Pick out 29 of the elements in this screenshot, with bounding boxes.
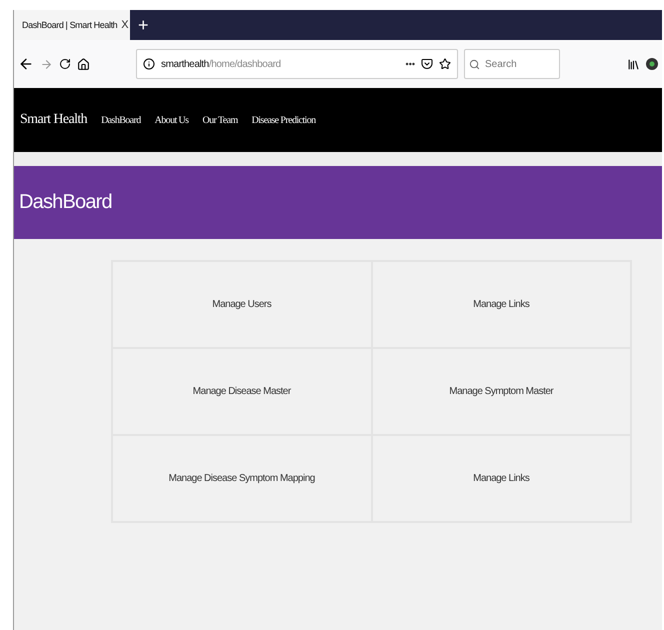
info-icon <box>143 58 155 70</box>
dashboard-tile[interactable]: Manage Disease Master <box>112 348 372 435</box>
nav-link[interactable]: Our Team <box>202 114 238 126</box>
pocket-icon[interactable] <box>421 58 433 70</box>
nav-link[interactable]: DashBoard <box>101 114 141 126</box>
dashboard-tile[interactable]: Manage Symptom Master <box>372 348 631 435</box>
new-tab-button[interactable]: + <box>130 10 157 40</box>
dashboard-tile[interactable]: Manage Users <box>112 261 372 348</box>
back-icon[interactable] <box>18 56 34 72</box>
url-text: smarthealth/home/dashboard <box>161 58 282 70</box>
browser-tab[interactable]: DashBoard | Smart Health X <box>14 10 130 40</box>
page-actions-button[interactable]: ••• <box>406 59 415 69</box>
bookmark-star-icon[interactable] <box>439 58 451 70</box>
dashboard-tile[interactable]: Manage Links <box>372 435 631 522</box>
page-title: DashBoard <box>19 191 112 214</box>
reload-icon[interactable] <box>59 58 71 70</box>
library-icon[interactable] <box>627 58 640 70</box>
tab-title: DashBoard | Smart Health <box>22 20 118 30</box>
address-bar[interactable]: smarthealth/home/dashboard ••• <box>136 49 458 79</box>
dashboard-tile[interactable]: Manage Disease Symptom Mapping <box>112 435 372 522</box>
brand-link[interactable]: Smart Health <box>20 112 88 128</box>
nav-link[interactable]: Disease Prediction <box>252 114 316 126</box>
close-tab-button[interactable]: X <box>121 19 129 31</box>
extension-icon[interactable] <box>646 58 658 70</box>
nav-link[interactable]: About Us <box>154 114 188 126</box>
search-field[interactable]: Search <box>464 49 560 79</box>
forward-icon[interactable] <box>40 58 53 70</box>
dashboard-tile[interactable]: Manage Links <box>372 261 631 348</box>
home-icon[interactable] <box>77 58 90 70</box>
